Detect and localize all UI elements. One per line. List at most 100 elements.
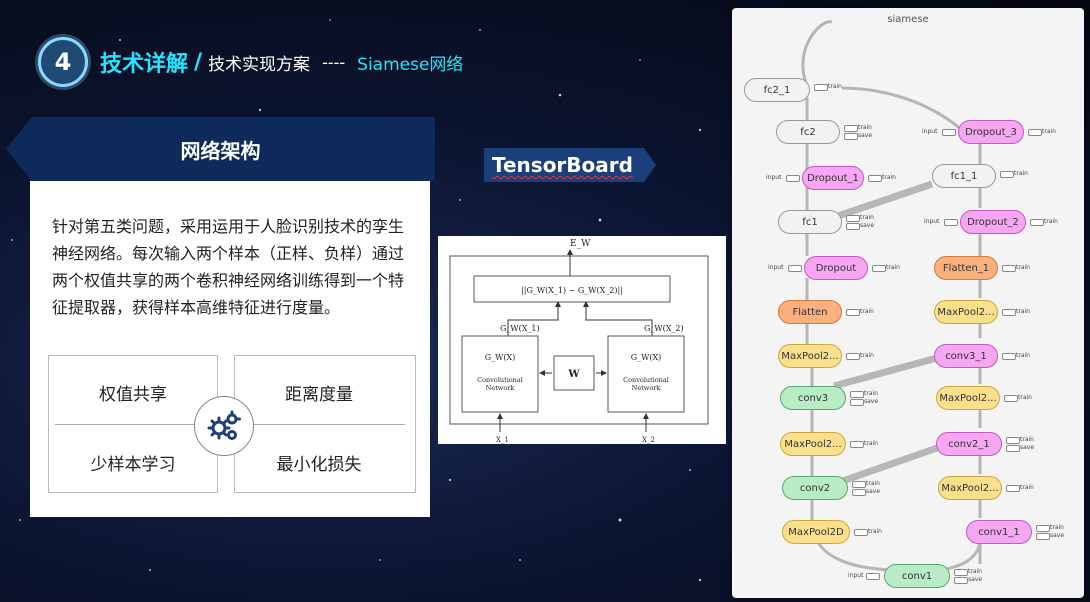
tag-box <box>852 481 866 488</box>
tag-box <box>1036 525 1050 532</box>
tag-box <box>954 577 968 584</box>
tag-box <box>1030 219 1044 226</box>
tag-train: train <box>1018 394 1032 401</box>
architecture-banner: 网络架构 <box>6 117 435 181</box>
tag-save: save <box>968 576 983 583</box>
node-flatten-1[interactable]: Flatten_1 <box>934 256 998 280</box>
tag-box <box>786 175 800 182</box>
tag-box <box>1006 485 1020 492</box>
architecture-description: 针对第五类问题，采用运用于人脸识别技术的孪生神经网络。每次输入两个样本（正样、负… <box>52 217 405 317</box>
node-dropout-2[interactable]: Dropout_2 <box>960 210 1026 234</box>
tag-train: train <box>828 83 842 90</box>
node-flatten[interactable]: Flatten <box>778 300 842 324</box>
tag-input: input <box>768 264 784 271</box>
left-net-fn: G_W(X) <box>485 353 516 362</box>
section-header: 4 技术详解 / 技术实现方案 ---- Siamese网络 <box>38 36 463 88</box>
tag-box <box>814 84 828 91</box>
node-conv2-1[interactable]: conv2_1 <box>936 432 1002 456</box>
left-feature-label: G_W(X_1) <box>500 324 540 333</box>
tensorboard-graph-panel[interactable]: siamese fc2_1 fc2 Dropout_3 Dropout_1 fc… <box>732 8 1084 598</box>
node-fc2-1[interactable]: fc2_1 <box>744 78 810 102</box>
tag-box <box>1002 309 1016 316</box>
node-fc1-1[interactable]: fc1_1 <box>932 164 996 188</box>
tensorboard-label: TensorBoard <box>484 148 656 182</box>
tag-train: train <box>1020 436 1034 443</box>
node-dropout-3[interactable]: Dropout_3 <box>958 120 1024 144</box>
section-topic: Siamese网络 <box>357 54 464 75</box>
siamese-diagram: E_W ||G_W(X_1) − G_W(X_2)|| G_W(X_1) G_W… <box>438 236 726 444</box>
tag-train: train <box>1020 484 1034 491</box>
title-slash: / <box>194 49 203 75</box>
node-dropout[interactable]: Dropout <box>804 256 868 280</box>
node-dropout-1[interactable]: Dropout_1 <box>802 166 864 190</box>
tag-box <box>954 569 968 576</box>
distance-label: ||G_W(X_1) − G_W(X_2)|| <box>521 286 623 295</box>
node-maxpool2-left-1[interactable]: MaxPool2... <box>778 344 842 368</box>
tag-box <box>872 265 886 272</box>
tag-box <box>942 129 956 136</box>
tag-input: input <box>922 128 938 135</box>
feature-few-shot: 少样本学习 <box>90 455 176 475</box>
tag-save: save <box>866 488 881 495</box>
input-1-label: X_1 <box>496 436 509 444</box>
tag-box <box>850 441 864 448</box>
tag-box <box>1036 533 1050 540</box>
tag-box <box>850 399 864 406</box>
tag-box <box>1004 395 1018 402</box>
gears-icon <box>194 396 254 456</box>
tag-box <box>1002 265 1016 272</box>
tag-train: train <box>1042 128 1056 135</box>
node-conv3[interactable]: conv3 <box>780 386 846 410</box>
tag-save: save <box>860 222 875 229</box>
title-separator: ---- <box>322 52 346 72</box>
node-maxpool2-left-2[interactable]: MaxPool2... <box>780 432 846 456</box>
tag-save: save <box>858 132 873 139</box>
node-maxpool2-right-1[interactable]: MaxPool2... <box>934 300 998 324</box>
tag-train: train <box>968 568 982 575</box>
tag-box <box>1000 171 1014 178</box>
tag-box <box>868 175 882 182</box>
tag-box <box>846 309 860 316</box>
tag-train: train <box>1014 170 1028 177</box>
node-fc2[interactable]: fc2 <box>776 120 840 144</box>
node-conv1[interactable]: conv1 <box>884 564 950 588</box>
tag-train: train <box>882 174 896 181</box>
tag-box <box>866 573 880 580</box>
tag-train: train <box>1016 352 1030 359</box>
node-maxpool2-right-3[interactable]: MaxPool2... <box>938 476 1002 500</box>
right-net-label-1: Convolutional <box>623 376 669 384</box>
tag-save: save <box>1050 532 1065 539</box>
node-maxpool2d[interactable]: MaxPool2D <box>782 520 850 544</box>
node-fc1[interactable]: fc1 <box>778 210 842 234</box>
feature-weight-sharing: 权值共享 <box>99 385 167 405</box>
tag-box <box>788 265 802 272</box>
tag-box <box>1006 445 1020 452</box>
section-subtitle: 技术实现方案 <box>208 54 311 75</box>
tag-box <box>844 133 858 140</box>
tag-train: train <box>868 528 882 535</box>
left-net-label-2: Network <box>486 384 515 392</box>
tag-box <box>846 353 860 360</box>
tag-train: train <box>858 124 872 131</box>
tag-box <box>844 125 858 132</box>
right-feature-label: G_W(X_2) <box>644 324 684 333</box>
tag-train: train <box>886 264 900 271</box>
tag-box <box>944 219 958 226</box>
weights-label: W <box>567 369 580 380</box>
left-net-label-1: Convolutional <box>477 376 523 384</box>
node-maxpool2-right-2[interactable]: MaxPool2... <box>936 386 1000 410</box>
section-number-badge: 4 <box>38 37 88 87</box>
tag-box <box>854 529 868 536</box>
node-conv2[interactable]: conv2 <box>782 476 848 500</box>
tag-box <box>1006 437 1020 444</box>
tag-box <box>846 215 860 222</box>
node-conv1-1[interactable]: conv1_1 <box>966 520 1032 544</box>
tag-train: train <box>1016 264 1030 271</box>
tag-input: input <box>924 218 940 225</box>
tag-save: save <box>864 398 879 405</box>
tag-train: train <box>866 480 880 487</box>
feature-distance-metric: 距离度量 <box>285 385 353 405</box>
node-conv3-1[interactable]: conv3_1 <box>934 344 998 368</box>
tag-train: train <box>860 352 874 359</box>
tag-train: train <box>1050 524 1064 531</box>
